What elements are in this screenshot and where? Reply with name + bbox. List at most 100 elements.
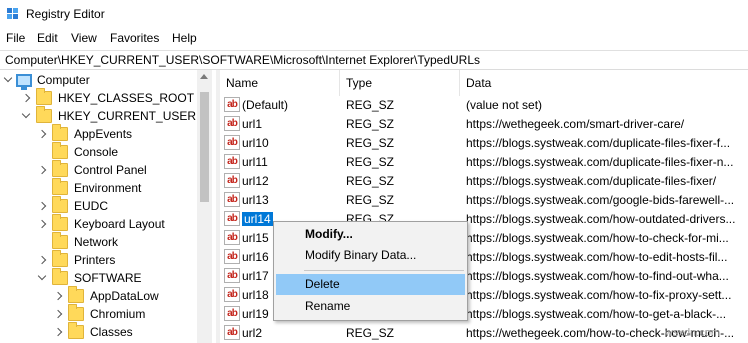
value-row[interactable]: ab url13 REG_SZ https://blogs.systweak.c… <box>220 191 748 210</box>
folder-icon <box>36 88 52 105</box>
menu-view[interactable]: View <box>71 31 97 45</box>
menu-help[interactable]: Help <box>172 31 197 45</box>
value-name: url10 <box>242 136 269 150</box>
menu-item-rename[interactable]: Rename <box>276 296 465 317</box>
chevron-right-icon[interactable] <box>36 164 48 176</box>
value-data: https://blogs.systweak.com/duplicate-fil… <box>466 155 734 169</box>
value-data: https://blogs.systweak.com/how-outdated-… <box>466 212 736 226</box>
menu-item-modify[interactable]: Modify... <box>276 224 465 245</box>
chevron-down-icon[interactable] <box>2 74 14 86</box>
tree-node-eudc[interactable]: EUDC <box>36 196 109 215</box>
tree-node-appdatalow[interactable]: AppDataLow <box>52 286 159 305</box>
value-type: REG_SZ <box>346 326 395 340</box>
string-value-icon: ab <box>224 287 240 302</box>
tree-node-appevents[interactable]: AppEvents <box>36 124 132 143</box>
registry-editor-icon <box>7 8 18 19</box>
computer-icon <box>16 73 32 90</box>
value-type: REG_SZ <box>346 174 395 188</box>
value-type: REG_SZ <box>346 98 395 112</box>
address-bar[interactable]: Computer\HKEY_CURRENT_USER\SOFTWARE\Micr… <box>0 50 748 70</box>
tree-node-label: EUDC <box>74 199 109 213</box>
value-name: url1 <box>242 117 263 131</box>
chevron-right-icon[interactable] <box>36 200 48 212</box>
tree-node-environment[interactable]: Environment <box>36 178 142 197</box>
string-value-icon: ab <box>224 249 240 264</box>
context-menu: Modify... Modify Binary Data... Delete R… <box>273 221 468 321</box>
folder-icon <box>52 142 68 159</box>
menu-bar: File Edit View Favorites Help <box>0 28 748 50</box>
tree-node-console[interactable]: Console <box>36 142 119 161</box>
folder-icon <box>52 178 68 195</box>
menu-item-delete[interactable]: Delete <box>276 274 465 295</box>
folder-icon <box>52 160 68 177</box>
value-name: (Default) <box>242 98 289 112</box>
value-data: https://blogs.systweak.com/duplicate-fil… <box>466 136 731 150</box>
folder-icon <box>36 106 52 123</box>
chevron-right-icon[interactable] <box>52 326 64 338</box>
folder-icon <box>68 286 84 303</box>
tree-scrollbar-thumb[interactable] <box>200 92 209 202</box>
column-header-type[interactable]: Type <box>340 70 460 96</box>
tree-node-network[interactable]: Network <box>36 232 119 251</box>
value-data: https://blogs.systweak.com/duplicate-fil… <box>466 174 717 188</box>
value-data: https://blogs.systweak.com/how-to-find-o… <box>466 269 729 283</box>
menu-edit[interactable]: Edit <box>37 31 58 45</box>
folder-icon <box>52 124 68 141</box>
tree-node-classes[interactable]: Classes <box>52 322 133 341</box>
string-value-icon: ab <box>224 230 240 245</box>
folder-icon <box>68 322 84 339</box>
tree-node-control-panel[interactable]: Control Panel <box>36 160 147 179</box>
folder-icon <box>52 250 68 267</box>
tree-node-software[interactable]: SOFTWARE <box>36 268 142 287</box>
string-value-icon: ab <box>224 135 240 150</box>
value-type: REG_SZ <box>346 117 395 131</box>
tree-node-hkcr[interactable]: HKEY_CLASSES_ROOT <box>20 88 194 107</box>
chevron-down-icon[interactable] <box>36 272 48 284</box>
value-row[interactable]: ab url12 REG_SZ https://blogs.systweak.c… <box>220 172 748 191</box>
address-path[interactable]: Computer\HKEY_CURRENT_USER\SOFTWARE\Micr… <box>5 53 480 67</box>
chevron-right-icon[interactable] <box>36 254 48 266</box>
tree-node-keyboard-layout[interactable]: Keyboard Layout <box>36 214 165 233</box>
tree-node-label: AppDataLow <box>90 289 159 303</box>
tree-node-label: Environment <box>74 181 142 195</box>
value-row[interactable]: ab url11 REG_SZ https://blogs.systweak.c… <box>220 153 748 172</box>
tree-node-hkcu[interactable]: HKEY_CURRENT_USER <box>20 106 197 125</box>
value-row[interactable]: ab (Default) REG_SZ (value not set) <box>220 96 748 115</box>
column-header-data[interactable]: Data <box>460 70 748 96</box>
scroll-up-arrow-icon[interactable] <box>200 74 208 79</box>
value-type: REG_SZ <box>346 136 395 150</box>
window-title: Registry Editor <box>26 7 105 21</box>
tree-node-label: HKEY_CURRENT_USER <box>58 109 197 123</box>
chevron-right-icon[interactable] <box>36 218 48 230</box>
tree-node-label: Network <box>74 235 119 249</box>
string-value-icon: ab <box>224 173 240 188</box>
tree-node-chromium[interactable]: Chromium <box>52 304 145 323</box>
folder-icon <box>52 214 68 231</box>
watermark: wsxdn.com <box>665 327 721 339</box>
chevron-right-icon[interactable] <box>36 128 48 140</box>
string-value-icon: ab <box>224 211 240 226</box>
chevron-right-icon[interactable] <box>52 290 64 302</box>
chevron-down-icon[interactable] <box>20 110 32 122</box>
value-name: url11 <box>242 155 268 169</box>
value-data: https://blogs.systweak.com/how-to-check-… <box>466 231 729 245</box>
value-type: REG_SZ <box>346 155 395 169</box>
string-value-icon: ab <box>224 306 240 321</box>
value-row[interactable]: ab url10 REG_SZ https://blogs.systweak.c… <box>220 134 748 153</box>
tree-node-label: Printers <box>74 253 116 267</box>
menu-file[interactable]: File <box>6 31 25 45</box>
tree-node-printers[interactable]: Printers <box>36 250 116 269</box>
chevron-right-icon[interactable] <box>52 308 64 320</box>
value-row[interactable]: ab url1 REG_SZ https://wethegeek.com/sma… <box>220 115 748 134</box>
menu-favorites[interactable]: Favorites <box>110 31 159 45</box>
string-value-icon: ab <box>224 154 240 169</box>
folder-icon <box>52 268 68 285</box>
chevron-right-icon[interactable] <box>20 92 32 104</box>
tree-node-label: SOFTWARE <box>74 271 142 285</box>
column-header-name[interactable]: Name <box>220 70 340 96</box>
value-name: url2 <box>242 326 263 340</box>
menu-item-modify-binary[interactable]: Modify Binary Data... <box>276 245 465 266</box>
value-data: https://blogs.systweak.com/how-to-edit-h… <box>466 250 728 264</box>
tree-node-label: Console <box>74 145 119 159</box>
tree-node-computer[interactable]: Computer <box>2 71 90 90</box>
